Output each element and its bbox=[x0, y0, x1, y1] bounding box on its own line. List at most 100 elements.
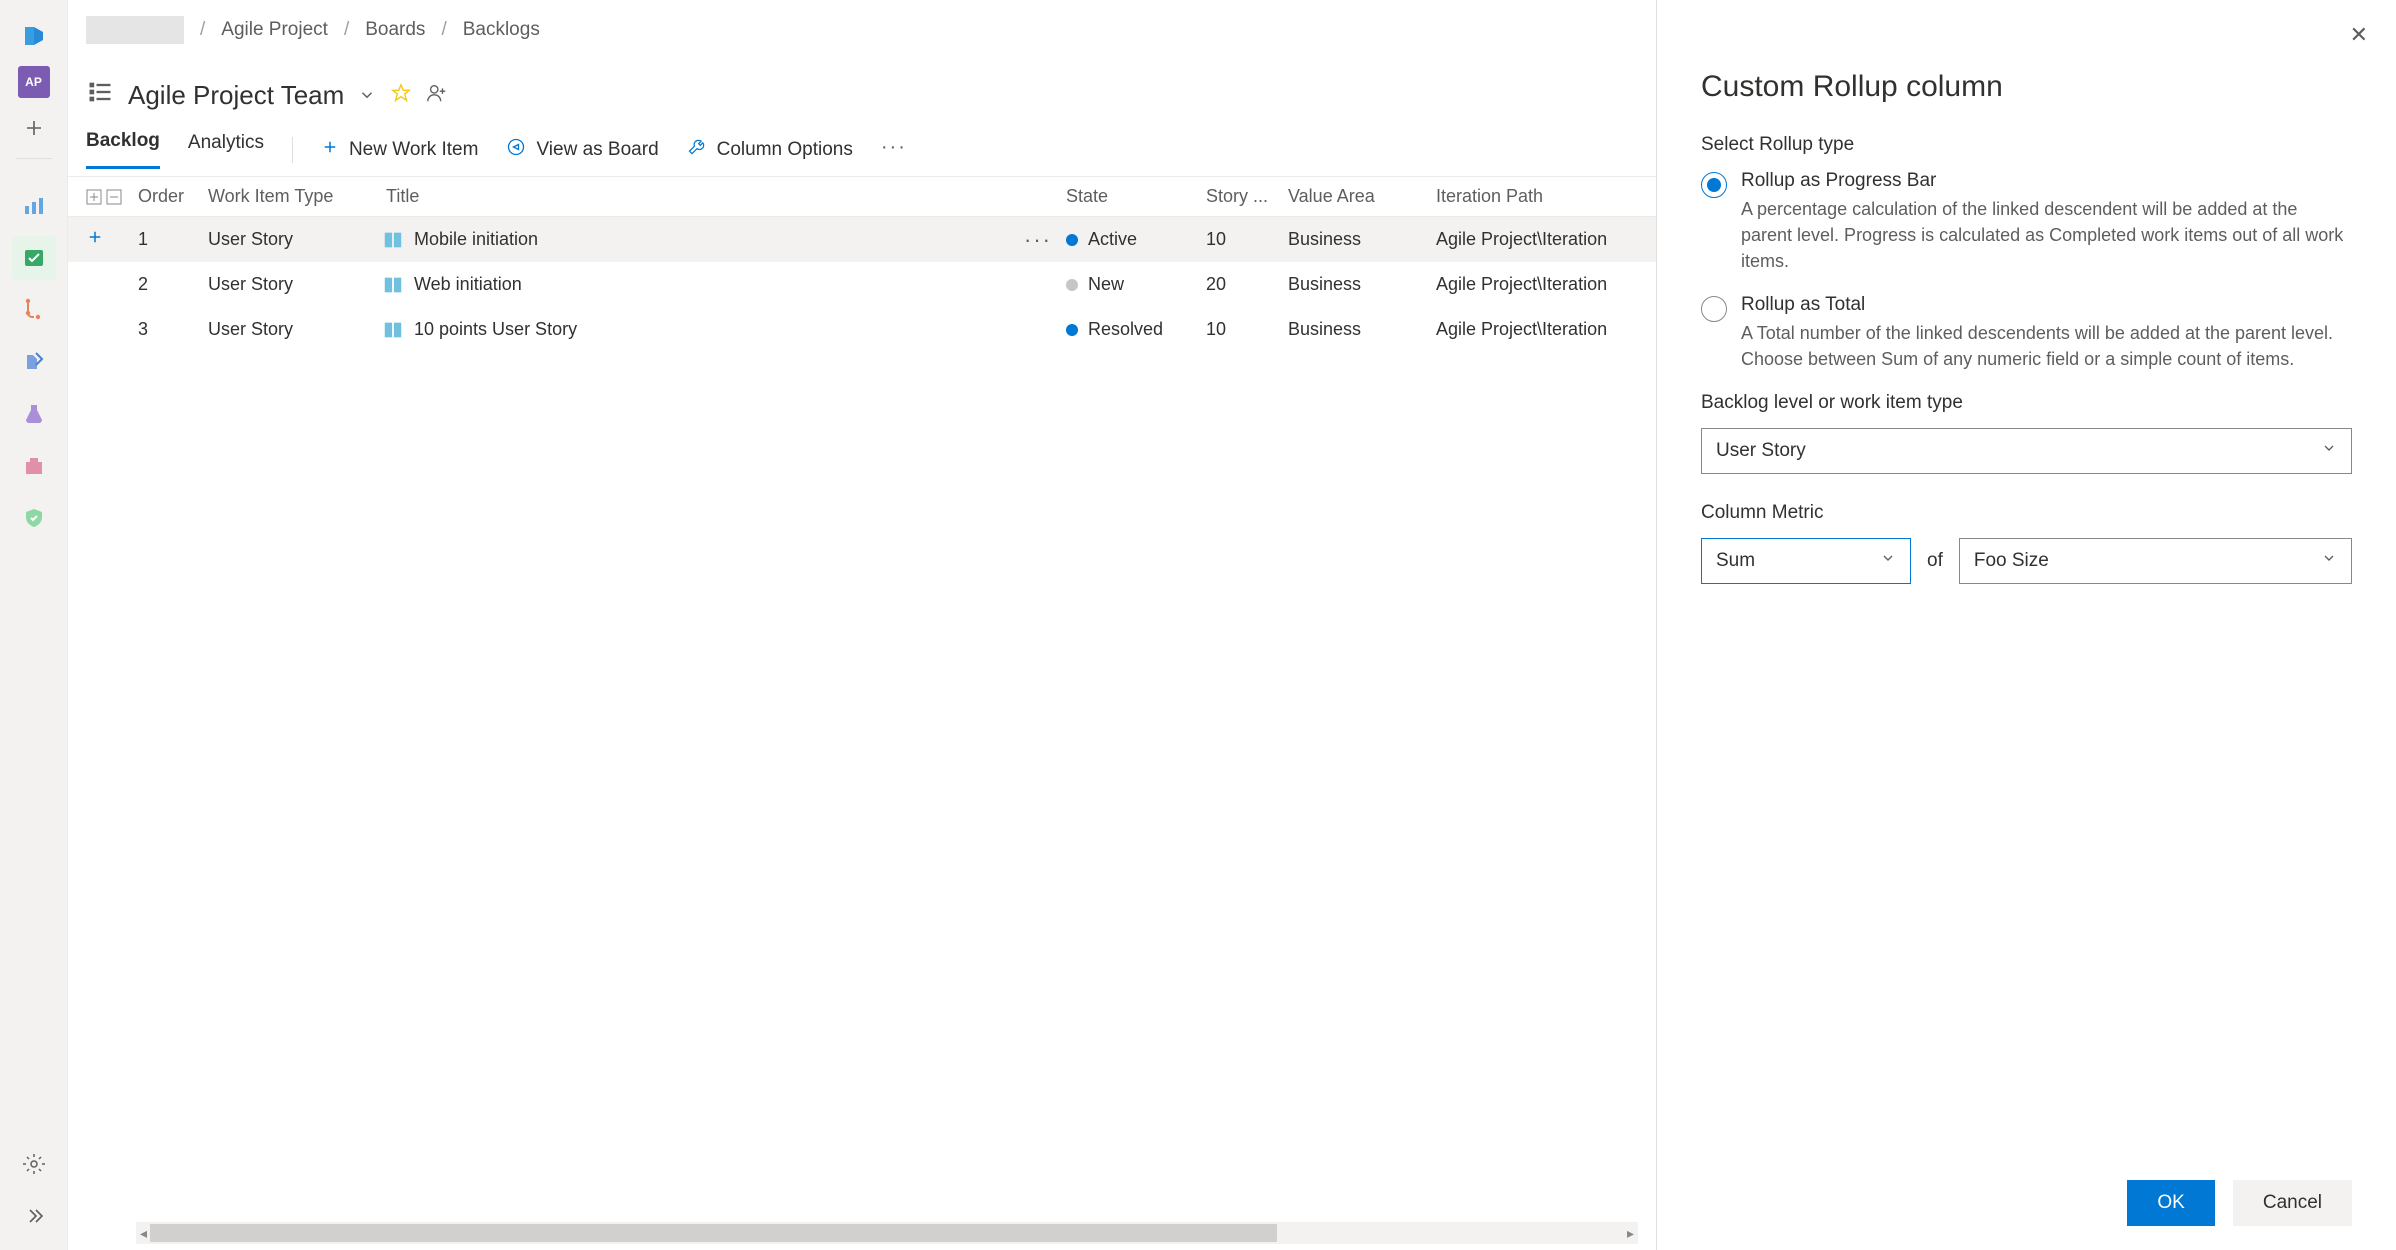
col-header-story[interactable]: Story ... bbox=[1206, 186, 1288, 207]
new-work-item-label: New Work Item bbox=[349, 139, 479, 161]
board-icon bbox=[506, 137, 526, 163]
row-state-text: Active bbox=[1088, 229, 1137, 250]
row-iteration-path: Agile Project\Iteration bbox=[1436, 229, 1656, 250]
nav-dashboards-icon[interactable] bbox=[12, 184, 56, 228]
row-iteration-path: Agile Project\Iteration bbox=[1436, 319, 1656, 340]
user-story-icon bbox=[382, 229, 404, 251]
breadcrumb-project[interactable]: Agile Project bbox=[221, 19, 328, 41]
row-story-points: 20 bbox=[1206, 274, 1288, 295]
add-icon[interactable] bbox=[12, 106, 56, 150]
breadcrumb-sep: / bbox=[338, 19, 355, 41]
scrollbar-thumb[interactable] bbox=[150, 1224, 1277, 1242]
favorite-star-icon[interactable] bbox=[390, 80, 412, 111]
view-as-board-label: View as Board bbox=[536, 139, 658, 161]
settings-icon[interactable] bbox=[12, 1142, 56, 1186]
scroll-left-icon[interactable]: ◂ bbox=[140, 1225, 147, 1242]
backlog-header-icon bbox=[86, 78, 114, 113]
row-value-area: Business bbox=[1288, 319, 1436, 340]
expand-collapse-all[interactable] bbox=[86, 189, 138, 205]
row-type: User Story bbox=[208, 274, 382, 295]
grid-body: 1 User Story Mobile initiation ··· Activ… bbox=[68, 217, 1656, 1250]
col-header-value[interactable]: Value Area bbox=[1288, 186, 1436, 207]
panel-title: Custom Rollup column bbox=[1701, 70, 2352, 104]
left-nav-rail: AP bbox=[0, 0, 68, 1250]
row-type: User Story bbox=[208, 229, 382, 250]
metric-field-value: Foo Size bbox=[1974, 550, 2049, 572]
metric-aggregate-select[interactable]: Sum bbox=[1701, 538, 1911, 584]
row-order: 1 bbox=[138, 229, 208, 250]
row-story-points: 10 bbox=[1206, 229, 1288, 250]
column-options-button[interactable]: Column Options bbox=[687, 137, 853, 163]
radio-total-desc: A Total number of the linked descendents… bbox=[1741, 320, 2352, 372]
page-header: Agile Project Team bbox=[68, 60, 1656, 123]
page-title: Agile Project Team bbox=[128, 80, 344, 111]
breadcrumb-boards[interactable]: Boards bbox=[365, 19, 425, 41]
add-people-icon[interactable] bbox=[426, 80, 448, 111]
nav-boards-icon[interactable] bbox=[12, 236, 56, 280]
chevron-down-icon bbox=[2321, 550, 2337, 572]
tab-analytics[interactable]: Analytics bbox=[188, 132, 264, 168]
new-work-item-button[interactable]: New Work Item bbox=[321, 138, 479, 162]
column-metric-label: Column Metric bbox=[1701, 502, 2352, 524]
row-actions-icon[interactable]: ··· bbox=[1024, 227, 1066, 253]
row-order: 2 bbox=[138, 274, 208, 295]
radio-rollup-total[interactable]: Rollup as Total A Total number of the li… bbox=[1701, 294, 2352, 372]
breadcrumb-backlogs[interactable]: Backlogs bbox=[463, 19, 540, 41]
col-header-iteration[interactable]: Iteration Path bbox=[1436, 186, 1656, 207]
row-story-points: 10 bbox=[1206, 319, 1288, 340]
row-title-text[interactable]: 10 points User Story bbox=[414, 319, 577, 340]
table-row[interactable]: 2 User Story Web initiation New 20 Busin… bbox=[68, 262, 1656, 307]
breadcrumb-org-redacted bbox=[86, 16, 184, 44]
user-story-icon bbox=[382, 274, 404, 296]
view-as-board-button[interactable]: View as Board bbox=[506, 137, 658, 163]
row-title-text[interactable]: Mobile initiation bbox=[414, 229, 538, 250]
breadcrumb-sep: / bbox=[194, 19, 211, 41]
state-dot-icon bbox=[1066, 279, 1078, 291]
row-title-text[interactable]: Web initiation bbox=[414, 274, 522, 295]
of-label: of bbox=[1927, 550, 1943, 572]
nav-testplans-icon[interactable] bbox=[12, 392, 56, 436]
nav-pipelines-icon[interactable] bbox=[12, 340, 56, 384]
cancel-button[interactable]: Cancel bbox=[2233, 1180, 2352, 1226]
nav-artifacts-icon[interactable] bbox=[12, 444, 56, 488]
table-row[interactable]: 3 User Story 10 points User Story Resolv… bbox=[68, 307, 1656, 352]
col-header-order[interactable]: Order bbox=[138, 186, 208, 207]
radio-progress-title: Rollup as Progress Bar bbox=[1741, 170, 2352, 192]
chevron-down-icon bbox=[1880, 550, 1896, 572]
row-type: User Story bbox=[208, 319, 382, 340]
row-state-text: New bbox=[1088, 274, 1124, 295]
col-header-title[interactable]: Title bbox=[382, 186, 1024, 207]
radio-progress-desc: A percentage calculation of the linked d… bbox=[1741, 196, 2352, 274]
backlog-level-select[interactable]: User Story bbox=[1701, 428, 2352, 474]
row-value-area: Business bbox=[1288, 229, 1436, 250]
grid-header-row: Order Work Item Type Title State Story .… bbox=[68, 177, 1656, 217]
project-avatar[interactable]: AP bbox=[18, 66, 50, 98]
rollup-type-label: Select Rollup type bbox=[1701, 134, 2352, 156]
more-actions-icon[interactable]: ··· bbox=[881, 136, 907, 163]
main-content: / Agile Project / Boards / Backlogs Agil… bbox=[68, 0, 1656, 1250]
nav-repos-icon[interactable] bbox=[12, 288, 56, 332]
backlog-level-value: User Story bbox=[1716, 440, 1806, 462]
toolbar-separator bbox=[292, 137, 293, 163]
metric-field-select[interactable]: Foo Size bbox=[1959, 538, 2352, 584]
radio-icon bbox=[1701, 172, 1727, 198]
horizontal-scrollbar[interactable]: ◂ ▸ bbox=[136, 1222, 1638, 1244]
product-logo-icon[interactable] bbox=[12, 14, 56, 58]
breadcrumb-sep: / bbox=[435, 19, 452, 41]
scroll-right-icon[interactable]: ▸ bbox=[1627, 1225, 1634, 1242]
col-header-type[interactable]: Work Item Type bbox=[208, 186, 382, 207]
expand-rail-icon[interactable] bbox=[12, 1194, 56, 1238]
column-options-label: Column Options bbox=[717, 139, 853, 161]
nav-compliance-icon[interactable] bbox=[12, 496, 56, 540]
radio-rollup-progress[interactable]: Rollup as Progress Bar A percentage calc… bbox=[1701, 170, 2352, 274]
tab-backlog[interactable]: Backlog bbox=[86, 130, 160, 169]
col-header-state[interactable]: State bbox=[1066, 186, 1206, 207]
row-value-area: Business bbox=[1288, 274, 1436, 295]
team-picker-chevron-icon[interactable] bbox=[358, 80, 376, 111]
table-row[interactable]: 1 User Story Mobile initiation ··· Activ… bbox=[68, 217, 1656, 262]
ok-button[interactable]: OK bbox=[2127, 1180, 2214, 1226]
add-child-icon[interactable] bbox=[86, 228, 138, 252]
breadcrumb: / Agile Project / Boards / Backlogs bbox=[68, 0, 1656, 60]
close-panel-button[interactable]: ✕ bbox=[2350, 22, 2368, 48]
tabs-toolbar: Backlog Analytics New Work Item View as … bbox=[68, 123, 1656, 177]
